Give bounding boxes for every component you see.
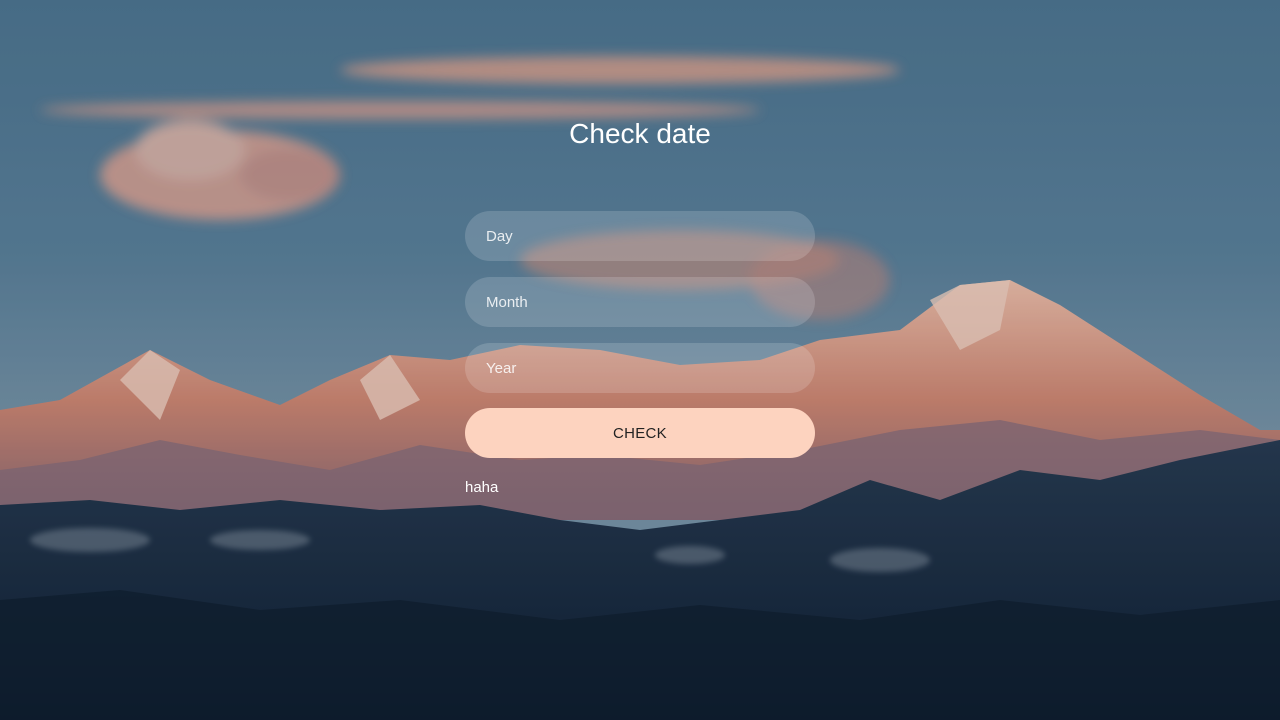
year-input[interactable] xyxy=(465,343,815,393)
check-button[interactable]: CHECK xyxy=(465,408,815,458)
day-input[interactable] xyxy=(465,211,815,261)
month-input[interactable] xyxy=(465,277,815,327)
result-text: haha xyxy=(465,479,499,496)
check-date-form-container: Check date CHECK haha xyxy=(0,0,1280,720)
page-title: Check date xyxy=(569,118,711,149)
